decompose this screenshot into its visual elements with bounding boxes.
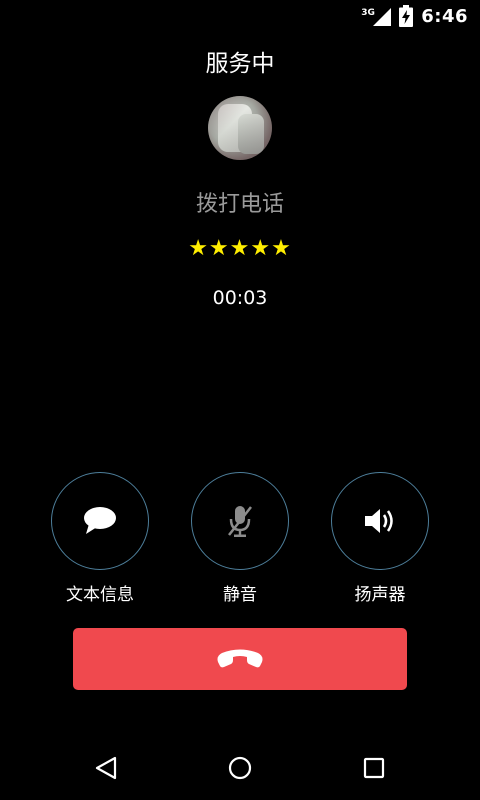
back-button[interactable]: [86, 750, 126, 786]
message-icon: [84, 507, 116, 534]
message-label: 文本信息: [66, 585, 134, 605]
mute-action[interactable]: 静音: [190, 472, 290, 605]
mute-mic-icon: [228, 506, 252, 537]
call-duration: 00:03: [212, 287, 268, 309]
caller-name: 拨打电话: [195, 192, 284, 217]
speaker-label: 扬声器: [354, 585, 406, 605]
end-call-button[interactable]: [73, 628, 407, 690]
rating-stars: ★★★★★: [0, 235, 480, 263]
status-icons: 3G 6:46: [361, 0, 468, 32]
mute-button[interactable]: [191, 472, 289, 570]
battery-charging-icon: [399, 5, 414, 27]
back-icon: [95, 756, 117, 780]
mute-label: 静音: [223, 585, 257, 605]
message-action[interactable]: 文本信息: [50, 472, 150, 605]
speaker-button[interactable]: [331, 472, 429, 570]
status-clock: 6:46: [421, 5, 468, 27]
signal-icon: 3G: [361, 6, 392, 26]
navigation-bar: [0, 736, 480, 800]
home-icon: [228, 756, 252, 780]
message-button[interactable]: [51, 472, 149, 570]
recent-apps-icon: [363, 757, 385, 779]
home-button[interactable]: [220, 750, 260, 786]
call-state-title: 服务中: [205, 51, 275, 77]
star-rating-text: ★★★★★: [188, 236, 292, 261]
speaker-action[interactable]: 扬声器: [330, 472, 430, 605]
caller-avatar: [208, 96, 272, 160]
hang-up-icon: [217, 649, 263, 668]
status-bar: 3G 6:46: [0, 0, 480, 32]
recent-apps-button[interactable]: [354, 750, 394, 786]
speaker-icon: [365, 509, 393, 533]
